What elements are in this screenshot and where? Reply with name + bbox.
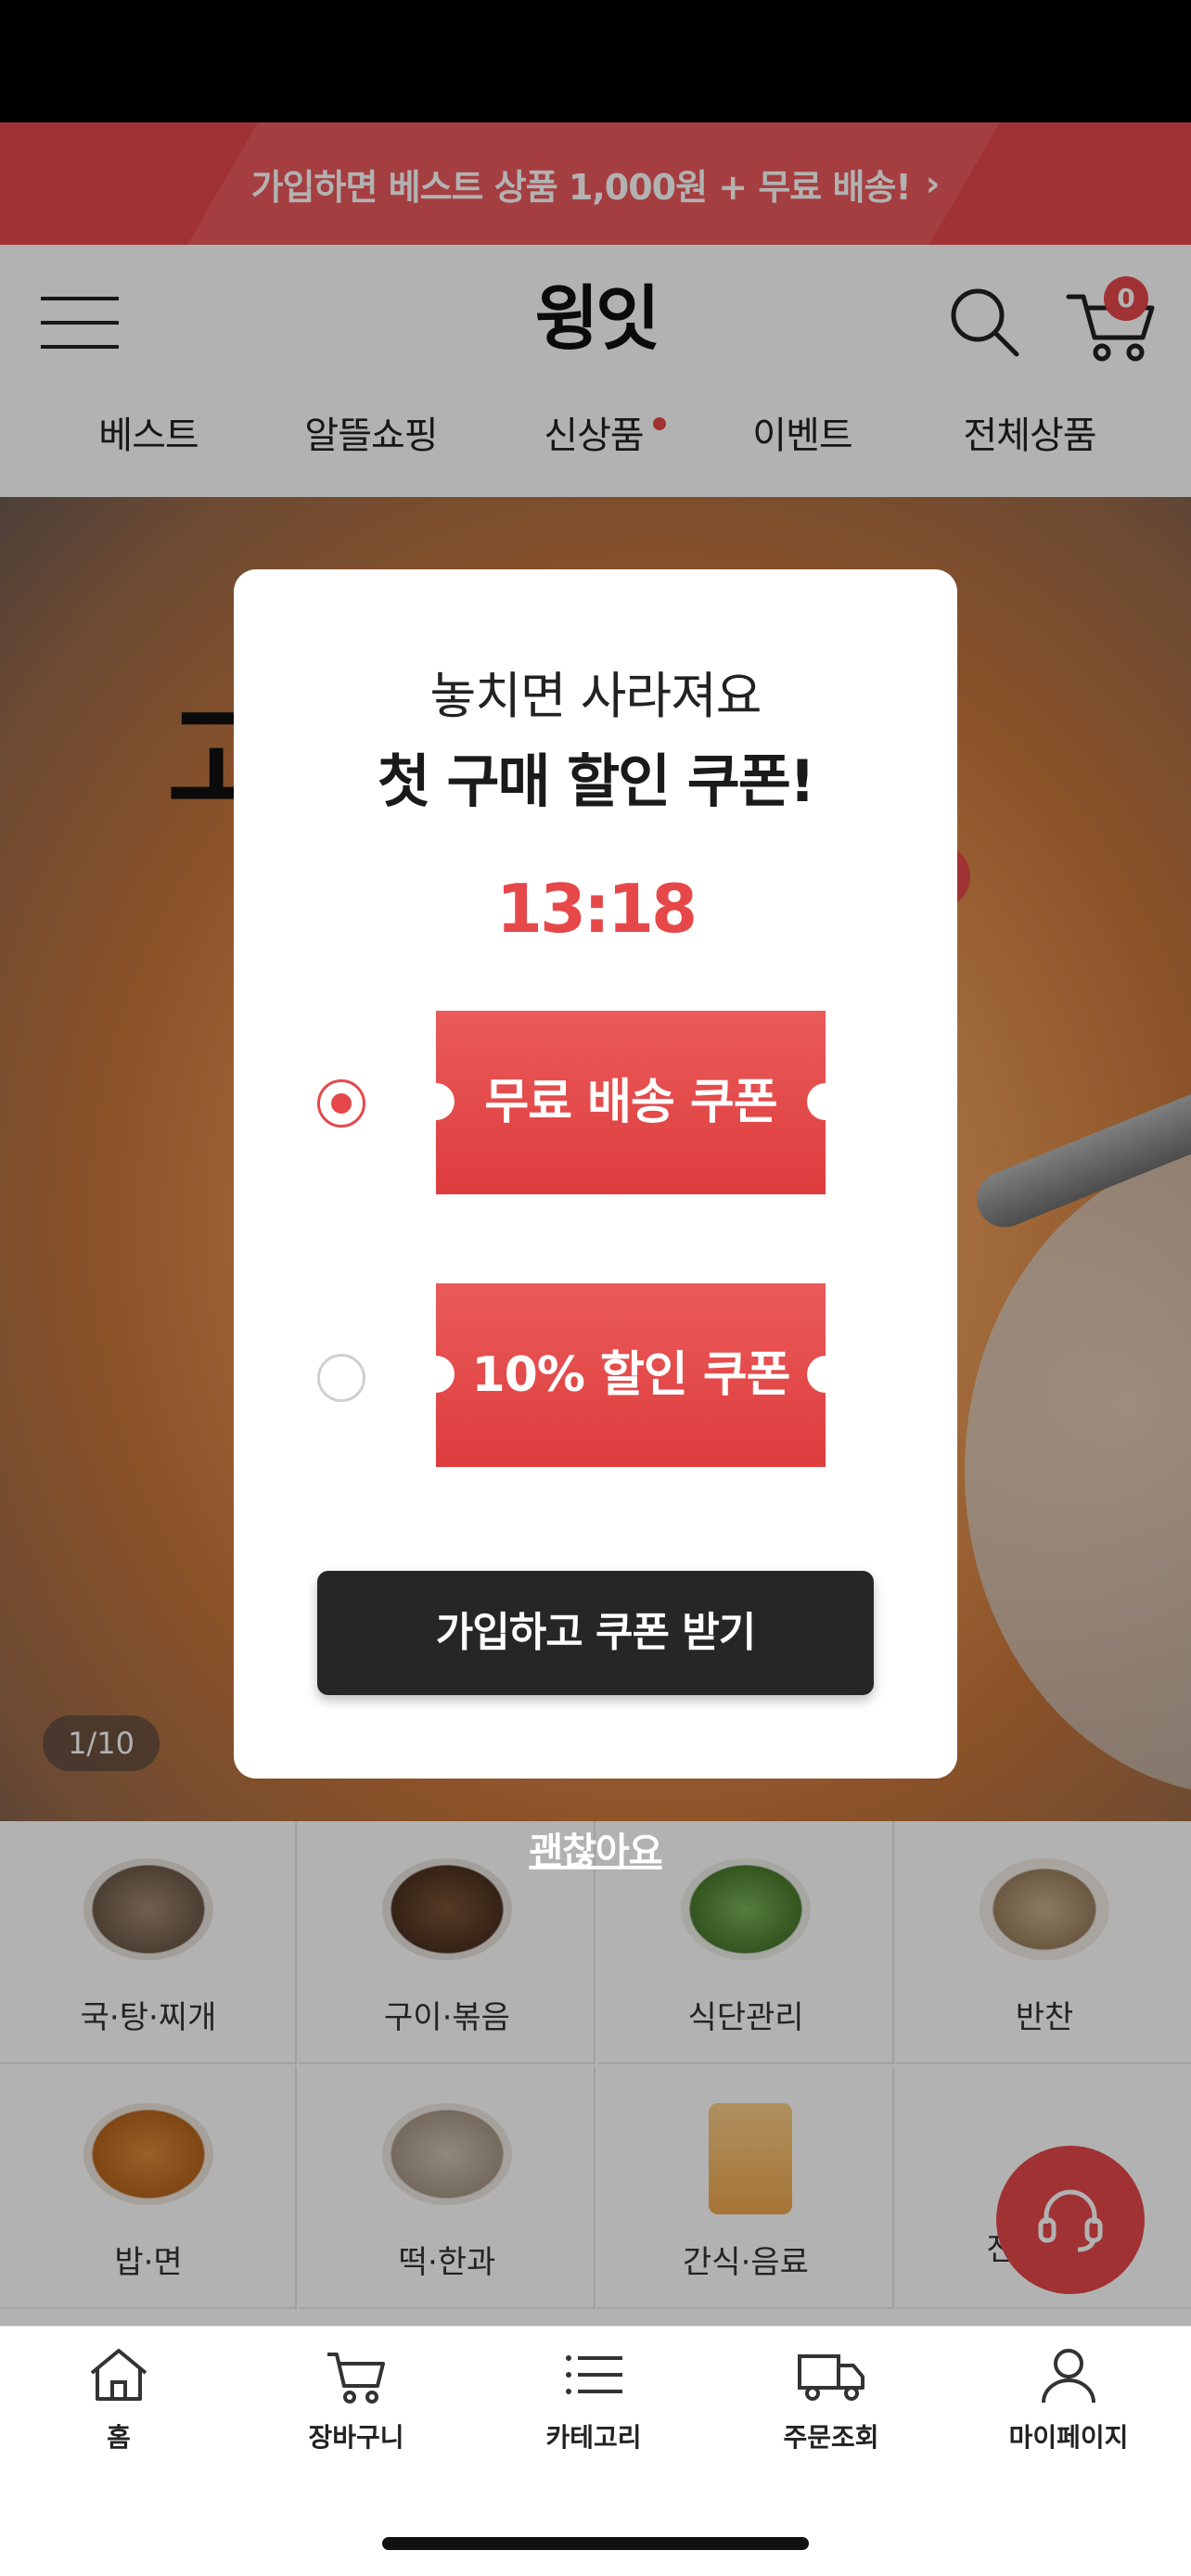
coupon-modal: 놓치면 사라져요 첫 구매 할인 쿠폰! 13:18 무료 배송 쿠폰 10% … — [234, 569, 957, 1779]
coupon-radio-free-shipping[interactable] — [317, 1079, 365, 1128]
modal-subtitle: 놓치면 사라져요 — [429, 667, 762, 725]
modal-title: 첫 구매 할인 쿠폰! — [377, 747, 815, 815]
countdown-timer: 13:18 — [495, 870, 698, 948]
home-indicator — [382, 2537, 809, 2550]
tab-label: 카테고리 — [545, 2422, 642, 2453]
tab-label: 홈 — [107, 2422, 131, 2453]
truck-icon — [798, 2354, 864, 2401]
tab-label: 마이페이지 — [1008, 2422, 1129, 2453]
tab-label: 장바구니 — [308, 2422, 404, 2453]
cart-icon — [327, 2353, 385, 2404]
coupon-label: 10% 할인 쿠폰 — [471, 1347, 790, 1403]
tab-category[interactable]: 카테고리 — [475, 2345, 712, 2493]
home-icon — [90, 2349, 147, 2401]
list-icon — [566, 2355, 622, 2394]
coupon-radio-discount[interactable] — [317, 1354, 365, 1402]
coupon-10-percent[interactable]: 10% 할인 쿠폰 — [417, 1283, 844, 1467]
user-icon — [1042, 2349, 1095, 2404]
tab-mypage[interactable]: 마이페이지 — [950, 2345, 1187, 2493]
tab-cart[interactable]: 장바구니 — [237, 2345, 475, 2493]
coupon-free-shipping[interactable]: 무료 배송 쿠폰 — [417, 1011, 844, 1194]
dismiss-link[interactable]: 괜찮아요 — [503, 1821, 688, 1873]
status-bar — [0, 0, 1191, 122]
tab-label: 주문조회 — [783, 2422, 879, 2453]
coupon-label: 무료 배송 쿠폰 — [484, 1075, 777, 1130]
tab-home[interactable]: 홈 — [0, 2345, 237, 2493]
tab-orders[interactable]: 주문조회 — [712, 2345, 950, 2493]
signup-get-coupon-button[interactable]: 가입하고 쿠폰 받기 — [317, 1571, 874, 1695]
